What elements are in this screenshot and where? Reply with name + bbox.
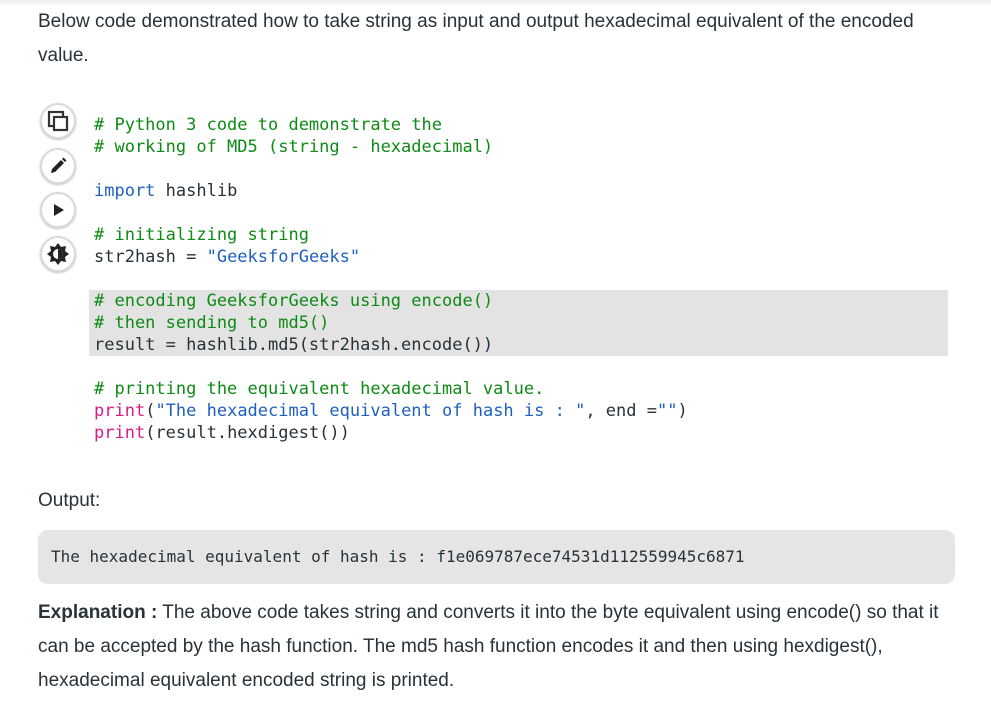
explanation-paragraph: Explanation : The above code takes strin… — [38, 596, 953, 698]
code-token: ) — [677, 401, 688, 421]
copy-button[interactable] — [40, 103, 76, 139]
code-token: "GeeksforGeeks" — [206, 247, 361, 267]
code-token: # then sending to md5() — [94, 313, 330, 333]
output-label: Output: — [38, 490, 101, 511]
run-icon — [50, 202, 66, 218]
code-token: # initializing string — [94, 225, 309, 245]
code-token: result = hashlib.md5(str2hash.encode()) — [94, 335, 494, 355]
code-line: str2hash = "GeeksforGeeks" — [94, 246, 688, 268]
code-line: import hashlib — [94, 180, 688, 202]
code-token: print — [94, 401, 146, 421]
code-token: # working of MD5 (string - hexadecimal) — [94, 137, 494, 157]
code-token: # printing the equivalent hexadecimal va… — [94, 379, 545, 399]
code-token: "The hexadecimal equivalent of hash is :… — [155, 401, 586, 421]
code-line: print(result.hexdigest()) — [94, 422, 688, 444]
explanation-label: Explanation : — [38, 602, 158, 623]
code-token: ( — [145, 401, 156, 421]
edit-button[interactable] — [40, 148, 76, 184]
code-token: hashlib — [155, 181, 238, 201]
code-line: # then sending to md5() — [94, 312, 688, 334]
code-line: # initializing string — [94, 224, 688, 246]
code-line: # encoding GeeksforGeeks using encode() — [94, 290, 688, 312]
copy-icon — [47, 110, 69, 132]
code-token: import — [94, 181, 156, 201]
code-token: # encoding GeeksforGeeks using encode() — [94, 291, 494, 311]
theme-icon — [46, 242, 70, 266]
code-line: # working of MD5 (string - hexadecimal) — [94, 136, 688, 158]
theme-toggle-button[interactable] — [40, 236, 76, 272]
code-token: "" — [656, 401, 678, 421]
code-token: (result.hexdigest()) — [145, 423, 350, 443]
code-token: str2hash = — [94, 247, 207, 267]
intro-text: Below code demonstrated how to take stri… — [38, 11, 914, 66]
code-token: # Python 3 code to demonstrate the — [94, 115, 442, 135]
run-button[interactable] — [40, 192, 76, 228]
code-line: print("The hexadecimal equivalent of has… — [94, 400, 688, 422]
code-token: , end = — [585, 401, 657, 421]
edit-icon — [49, 157, 67, 175]
output-box: The hexadecimal equivalent of hash is : … — [38, 530, 955, 584]
code-line: # Python 3 code to demonstrate the — [94, 114, 688, 136]
code-token: print — [94, 423, 146, 443]
explanation-text: The above code takes string and converts… — [38, 602, 939, 691]
code-block[interactable]: # Python 3 code to demonstrate the # work… — [94, 114, 688, 444]
code-line: result = hashlib.md5(str2hash.encode()) — [94, 334, 688, 356]
code-line: # printing the equivalent hexadecimal va… — [94, 378, 688, 400]
